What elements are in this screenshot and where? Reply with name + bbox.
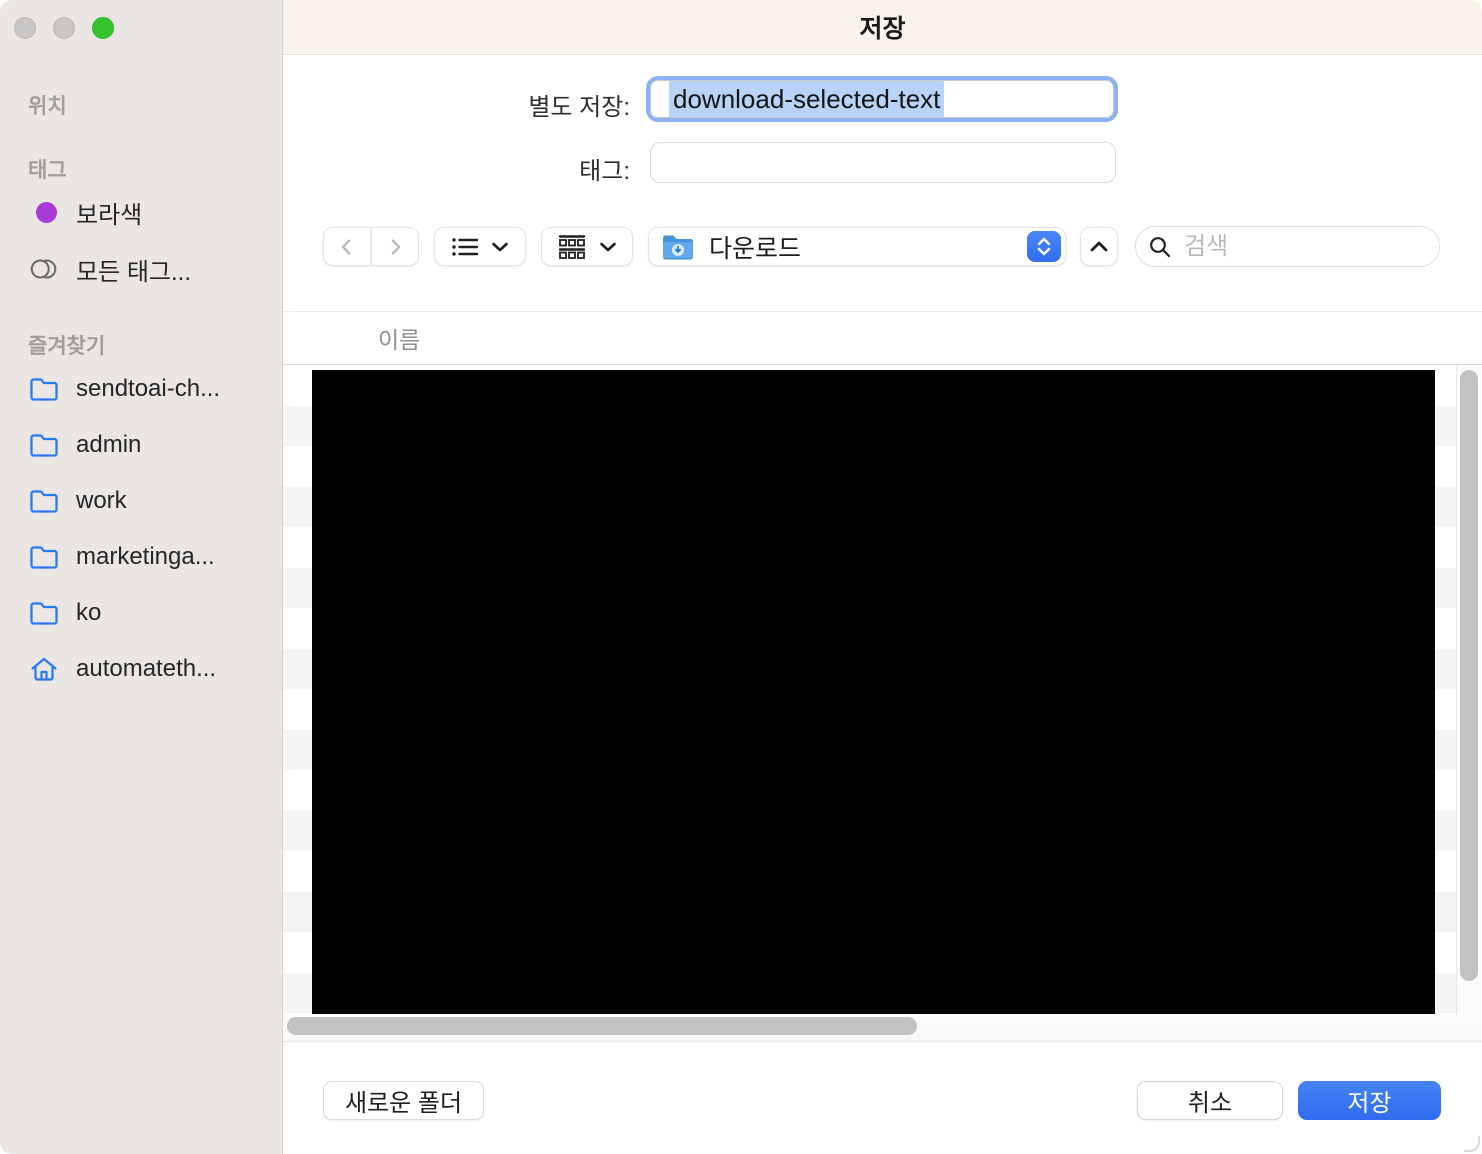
search-field[interactable] <box>1135 226 1440 267</box>
minimize-window-button[interactable] <box>53 17 75 39</box>
list-view-button[interactable] <box>434 227 526 266</box>
folder-icon <box>28 486 60 516</box>
list-view-icon <box>451 235 479 259</box>
close-window-button[interactable] <box>14 17 36 39</box>
dialog-title: 저장 <box>859 9 905 45</box>
sidebar-item-label: work <box>76 487 127 515</box>
tags-label: 태그: <box>430 151 630 186</box>
horizontal-scrollbar-thumb[interactable] <box>287 1017 917 1035</box>
sidebar-item-label: admin <box>76 431 141 459</box>
titlebar: 저장 <box>283 0 1482 55</box>
sidebar-item-label: 모든 태그... <box>76 252 191 287</box>
forward-button[interactable] <box>371 227 419 266</box>
purple-tag-dot-icon <box>28 197 60 227</box>
sidebar-item-label: automateth... <box>76 655 216 683</box>
resize-grip[interactable] <box>1464 1136 1480 1152</box>
save-dialog-window: 위치 태그 보라색 모든 태그... 즐겨찾기 sendtoai-ch... <box>0 0 1482 1154</box>
list-column-header[interactable]: 이름 <box>283 311 1482 365</box>
folder-icon <box>28 374 60 404</box>
parent-folder-button[interactable] <box>1080 227 1118 266</box>
sidebar-item-sendtoai[interactable]: sendtoai-ch... <box>28 371 268 407</box>
location-dropdown-label: 다운로드 <box>709 229 801 265</box>
sidebar-item-purple-tag[interactable]: 보라색 <box>28 194 268 230</box>
vertical-scrollbar[interactable] <box>1456 365 1482 1042</box>
sidebar: 위치 태그 보라색 모든 태그... 즐겨찾기 sendtoai-ch... <box>0 0 283 1154</box>
stepper-icon <box>1027 231 1061 262</box>
name-column-label: 이름 <box>378 321 420 355</box>
sidebar-item-label: ko <box>76 599 101 627</box>
sidebar-section-favorites: 즐겨찾기 <box>28 330 105 360</box>
group-view-icon <box>557 234 587 260</box>
zoom-window-button[interactable] <box>92 17 114 39</box>
home-icon <box>28 654 60 684</box>
folder-icon <box>28 542 60 572</box>
redacted-content-region <box>312 370 1435 1014</box>
sidebar-item-label: marketinga... <box>76 543 215 571</box>
save-button[interactable]: 저장 <box>1298 1081 1441 1120</box>
downloads-folder-icon <box>661 232 695 262</box>
chevron-down-icon <box>599 241 617 253</box>
sidebar-item-all-tags[interactable]: 모든 태그... <box>28 251 268 287</box>
search-icon <box>1148 235 1172 259</box>
sidebar-item-label: sendtoai-ch... <box>76 375 220 403</box>
sidebar-item-marketing[interactable]: marketinga... <box>28 539 268 575</box>
sidebar-item-home[interactable]: automateth... <box>28 651 268 687</box>
vertical-scrollbar-thumb[interactable] <box>1460 370 1478 981</box>
horizontal-scrollbar[interactable] <box>283 1014 1482 1042</box>
folder-icon <box>28 430 60 460</box>
all-tags-icon <box>28 254 60 284</box>
sidebar-item-label: 보라색 <box>76 195 142 230</box>
sidebar-item-ko[interactable]: ko <box>28 595 268 631</box>
sidebar-item-admin[interactable]: admin <box>28 427 268 463</box>
group-view-button[interactable] <box>541 227 633 266</box>
new-folder-button[interactable]: 새로운 폴더 <box>323 1081 484 1120</box>
chevron-right-icon <box>384 236 406 258</box>
tags-input[interactable] <box>650 142 1116 183</box>
filename-input[interactable]: download-selected-text <box>646 76 1118 122</box>
folder-icon <box>28 598 60 628</box>
footer-bar: 새로운 폴더 취소 저장 <box>283 1042 1482 1154</box>
chevron-down-icon <box>491 241 509 253</box>
chevron-left-icon <box>336 236 358 258</box>
location-dropdown[interactable]: 다운로드 <box>648 227 1066 266</box>
search-input[interactable] <box>1182 232 1427 262</box>
sidebar-item-work[interactable]: work <box>28 483 268 519</box>
sidebar-section-tags: 태그 <box>28 154 67 184</box>
save-as-label: 별도 저장: <box>430 87 630 122</box>
filename-selected-text: download-selected-text <box>669 81 944 118</box>
sidebar-section-locations: 위치 <box>28 90 67 120</box>
cancel-button[interactable]: 취소 <box>1137 1081 1283 1120</box>
back-button[interactable] <box>323 227 371 266</box>
chevron-up-icon <box>1089 240 1109 253</box>
